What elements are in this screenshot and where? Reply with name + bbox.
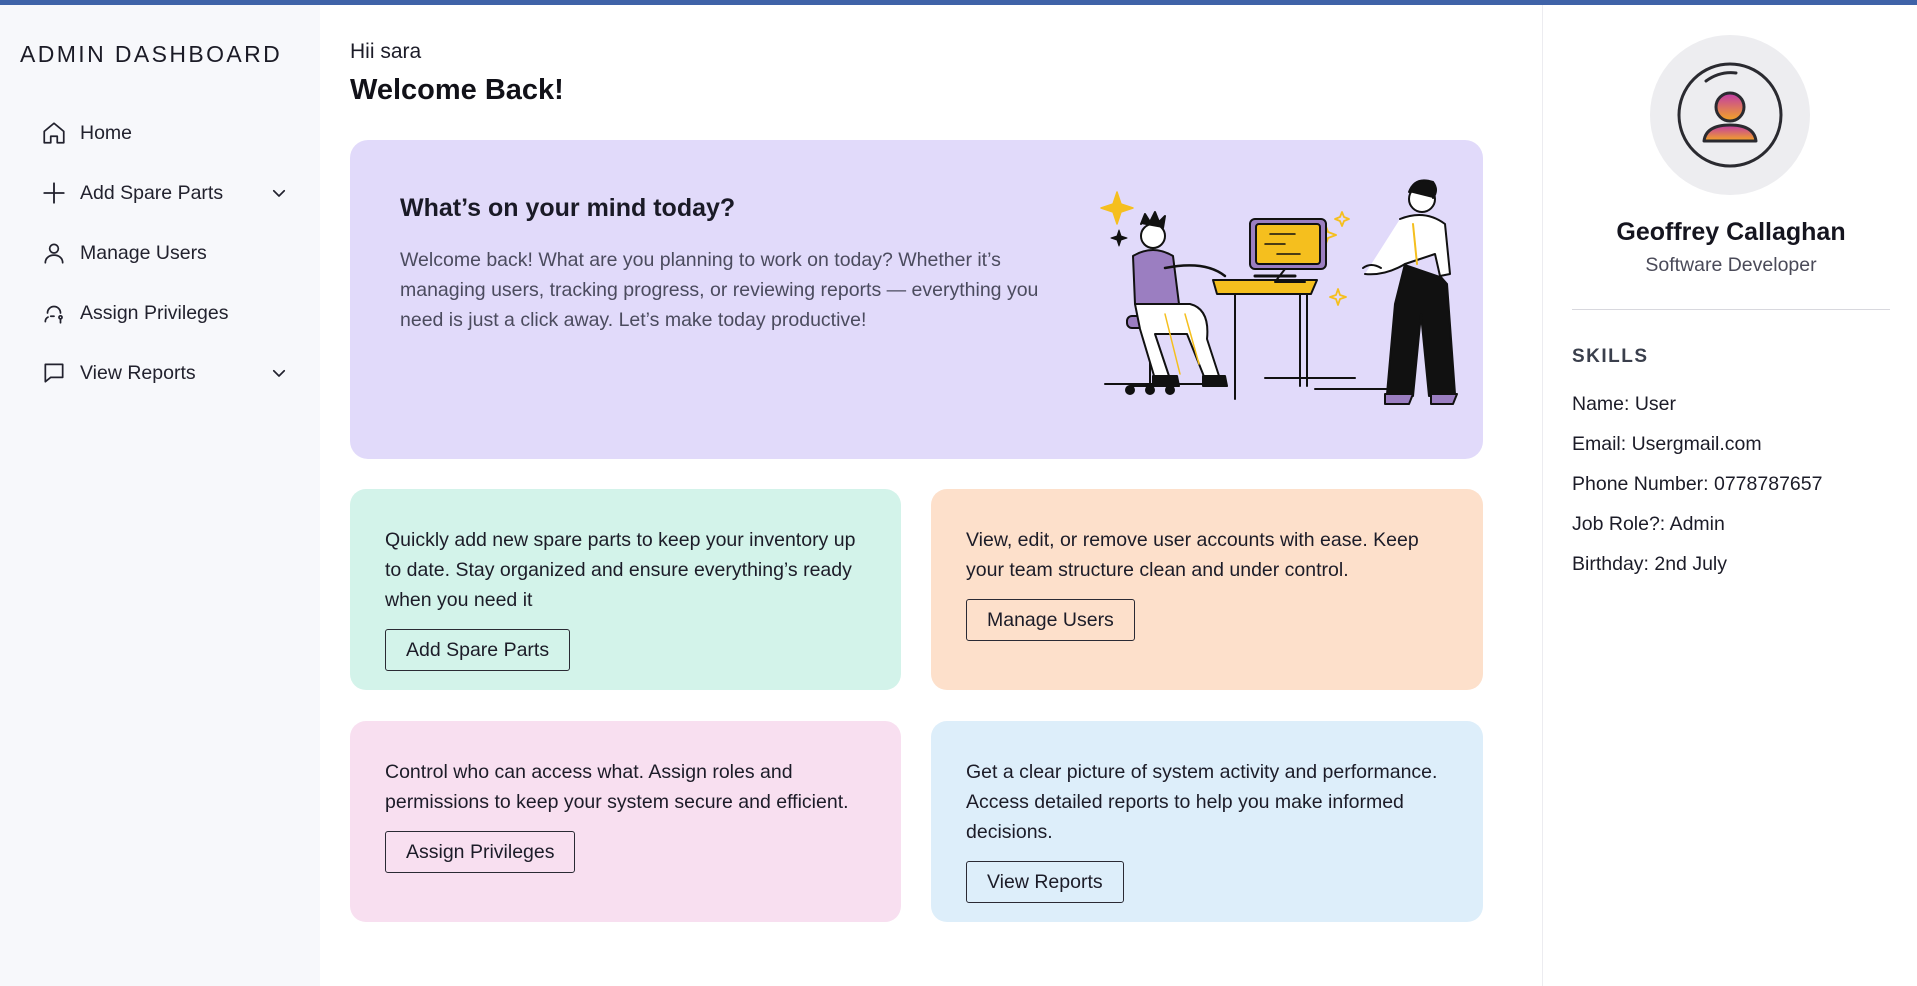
- brand-title: ADMIN DASHBOARD: [20, 41, 283, 67]
- chevron-down-icon[interactable]: [268, 362, 290, 384]
- add-spare-parts-button[interactable]: Add Spare Parts: [385, 629, 571, 671]
- card-manage-users: View, edit, or remove user accounts with…: [931, 489, 1483, 690]
- card-text: Quickly add new spare parts to keep your…: [385, 529, 856, 611]
- card-text: Control who can access what. Assign role…: [385, 761, 849, 813]
- profile-divider: [1572, 309, 1890, 310]
- sidebar-item-assign-privileges[interactable]: Assign Privileges: [40, 283, 290, 343]
- card-text: View, edit, or remove user accounts with…: [966, 529, 1419, 581]
- card-add-spare-parts: Quickly add new spare parts to keep your…: [350, 489, 901, 690]
- sidebar-item-manage-users[interactable]: Manage Users: [40, 223, 290, 283]
- message-icon: [40, 359, 68, 387]
- hero-illustration: [1100, 179, 1458, 405]
- profile-role: Software Developer: [1645, 254, 1817, 276]
- sidebar-item-label: Home: [80, 121, 133, 144]
- profile-name: Geoffrey Callaghan: [1616, 218, 1846, 246]
- sidebar-item-add-spare-parts[interactable]: Add Spare Parts: [40, 163, 290, 223]
- user-avatar-icon: [1677, 62, 1783, 168]
- view-reports-button[interactable]: View Reports: [966, 861, 1124, 903]
- plus-icon: [40, 179, 68, 207]
- sidebar-nav: Home Add Spare Parts Manage Users Assign…: [40, 103, 290, 403]
- sidebar-item-label: Add Spare Parts: [80, 181, 224, 204]
- card-view-reports: Get a clear picture of system activity a…: [931, 721, 1483, 922]
- detail-name: Name: User: [1572, 393, 1677, 415]
- hero-banner: What’s on your mind today? Welcome back!…: [350, 140, 1483, 459]
- card-text: Get a clear picture of system activity a…: [966, 761, 1438, 843]
- hero-text: Welcome back! What are you planning to w…: [400, 249, 1039, 331]
- card-assign-privileges: Control who can access what. Assign role…: [350, 721, 901, 922]
- greeting-text: Hii sara: [350, 40, 422, 63]
- home-icon: [40, 119, 68, 147]
- skills-heading: SKILLS: [1572, 346, 1649, 367]
- manage-users-button[interactable]: Manage Users: [966, 599, 1135, 641]
- sidebar-item-view-reports[interactable]: View Reports: [40, 343, 290, 403]
- detail-phone: Phone Number: 0778787657: [1572, 473, 1823, 495]
- assign-privileges-button[interactable]: Assign Privileges: [385, 831, 576, 873]
- detail-birthday: Birthday: 2nd July: [1572, 553, 1728, 575]
- avatar[interactable]: [1650, 35, 1810, 195]
- panel-divider: [1542, 5, 1543, 986]
- detail-job-role: Job Role?: Admin: [1572, 513, 1725, 535]
- hero-title: What’s on your mind today?: [400, 194, 736, 222]
- sidebar-item-home[interactable]: Home: [40, 103, 290, 163]
- skills-list: Name: User Email: Usergmail.com Phone Nu…: [1572, 384, 1902, 584]
- sidebar: ADMIN DASHBOARD Home Add Spare Parts Man…: [0, 5, 320, 986]
- page-title: Welcome Back!: [350, 74, 564, 106]
- key-user-icon: [40, 299, 68, 327]
- detail-email: Email: Usergmail.com: [1572, 433, 1762, 455]
- sidebar-item-label: Assign Privileges: [80, 301, 229, 324]
- user-icon: [40, 239, 68, 267]
- chevron-down-icon[interactable]: [268, 182, 290, 204]
- sidebar-item-label: Manage Users: [80, 241, 207, 264]
- sidebar-item-label: View Reports: [80, 361, 196, 384]
